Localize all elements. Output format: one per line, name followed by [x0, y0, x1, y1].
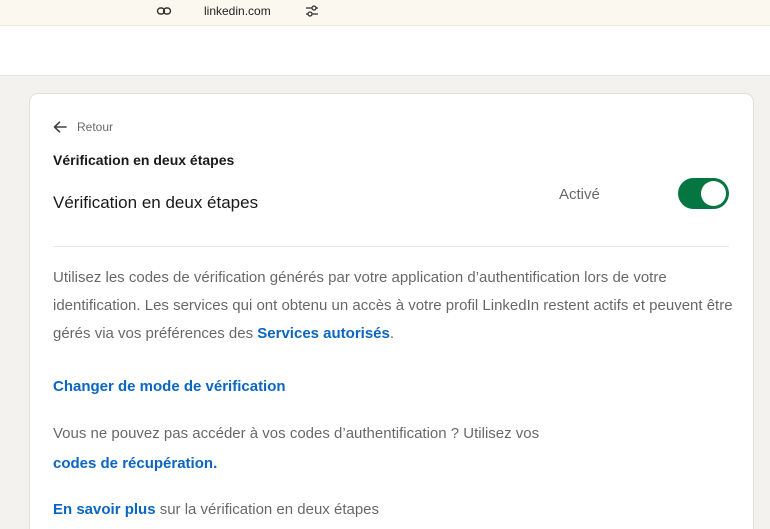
tune-icon[interactable]: [305, 3, 319, 19]
learn-more-link[interactable]: En savoir plus: [53, 501, 156, 518]
browser-url-bar[interactable]: linkedin.com: [0, 0, 770, 26]
description-text: Utilisez les codes de vérification génér…: [53, 264, 733, 348]
change-verification-mode-link[interactable]: Changer de mode de vérification: [53, 378, 286, 395]
header-band: [0, 26, 770, 76]
divider: [53, 246, 729, 247]
settings-card: Retour Vérification en deux étapes Vérif…: [30, 94, 753, 529]
back-button[interactable]: Retour: [52, 119, 113, 135]
link-icon[interactable]: [156, 4, 172, 18]
arrow-left-icon: [53, 121, 67, 133]
authorized-services-link[interactable]: Services autorisés: [257, 325, 390, 342]
learn-more-line: En savoir plus sur la vérification en de…: [53, 501, 379, 518]
back-label[interactable]: Retour: [77, 120, 113, 134]
toggle-knob: [701, 181, 726, 206]
recovery-text: Vous ne pouvez pas accéder à vos codes d…: [53, 425, 540, 442]
recovery-codes-link[interactable]: codes de récupération: [53, 455, 213, 472]
url-domain[interactable]: linkedin.com: [204, 4, 271, 18]
recovery-codes-line: codes de récupération.: [53, 455, 217, 472]
learn-more-text: sur la vérification en deux étapes: [155, 501, 380, 518]
recovery-end: .: [213, 455, 218, 472]
two-step-toggle[interactable]: [678, 178, 729, 209]
page-title: Vérification en deux étapes: [53, 152, 235, 168]
status-text: Activé: [559, 186, 600, 203]
setting-label: Vérification en deux étapes: [53, 193, 259, 212]
description-end: .: [389, 325, 395, 342]
